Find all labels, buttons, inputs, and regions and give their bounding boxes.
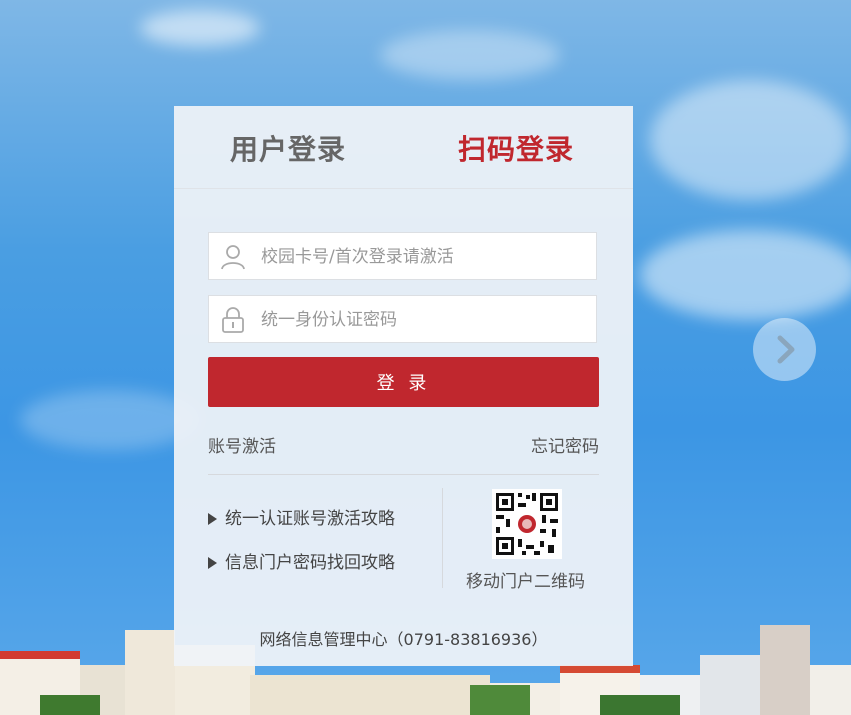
guide-link-password[interactable]: 信息门户密码找回攻略 xyxy=(208,548,395,573)
triangle-right-icon xyxy=(208,557,217,569)
activate-account-link[interactable]: 账号激活 xyxy=(208,432,276,457)
next-slide-button[interactable] xyxy=(753,318,816,381)
guide-label: 统一认证账号激活攻略 xyxy=(225,509,395,529)
qr-code-label: 移动门户二维码 xyxy=(466,572,585,592)
lock-icon xyxy=(222,307,244,333)
password-input[interactable] xyxy=(259,296,593,344)
user-icon xyxy=(221,245,245,270)
login-panel: 用户登录 扫码登录 登 录 账号激活 忘记密码 统一认证账号激活攻略 信息门户密… xyxy=(174,106,633,666)
guide-label: 信息门户密码找回攻略 xyxy=(225,553,395,573)
qr-code-image xyxy=(492,489,562,559)
triangle-right-icon xyxy=(208,513,217,525)
vertical-divider xyxy=(442,488,443,588)
username-field[interactable] xyxy=(208,232,597,281)
username-input[interactable] xyxy=(259,233,593,281)
footer-contact: 网络信息管理中心（0791-83816936） xyxy=(259,630,548,649)
password-field[interactable] xyxy=(208,295,597,344)
login-button[interactable]: 登 录 xyxy=(208,357,599,407)
guide-link-activate[interactable]: 统一认证账号激活攻略 xyxy=(208,504,395,529)
tab-qr-login[interactable]: 扫码登录 xyxy=(458,128,574,168)
forgot-password-link[interactable]: 忘记密码 xyxy=(531,432,599,457)
chevron-right-icon xyxy=(777,335,795,364)
login-tabs: 用户登录 扫码登录 xyxy=(174,106,633,189)
divider xyxy=(208,474,599,475)
tab-user-login[interactable]: 用户登录 xyxy=(230,128,346,168)
